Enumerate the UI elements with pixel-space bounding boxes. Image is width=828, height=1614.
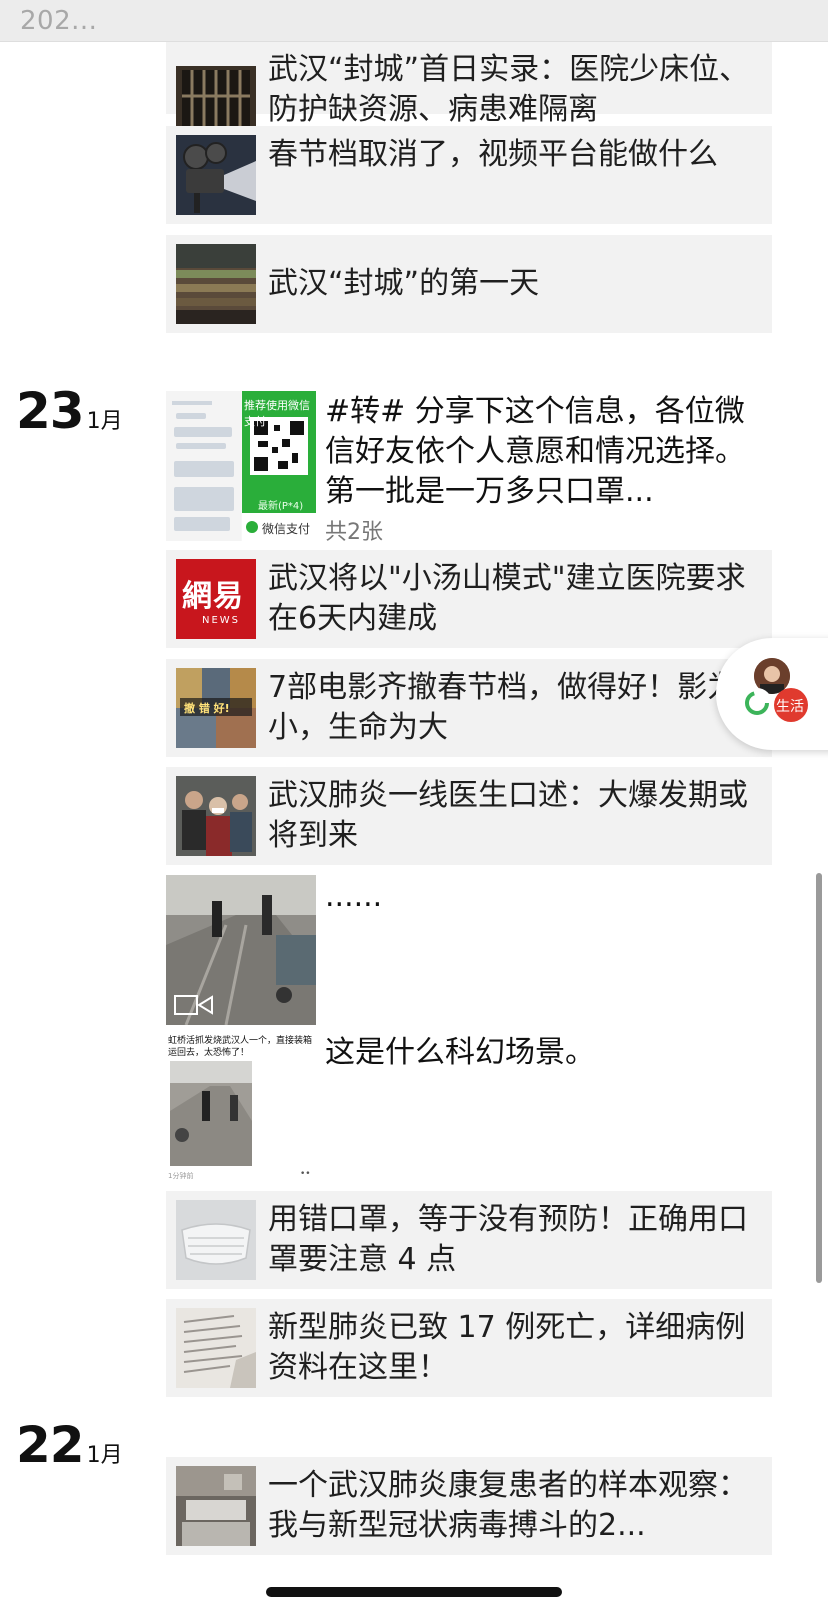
date-label: 22 1月 — [16, 1416, 123, 1474]
refresh-icon — [742, 688, 772, 718]
screenshot-post-thumb[interactable]: 虹桥活抓发烧武汉人一个，直接装箱运回去，太恐怖了！ 1分钟前 •• — [166, 1033, 316, 1183]
image-count[interactable]: 共2张 — [325, 514, 383, 546]
hospital-crowd-photo — [176, 776, 256, 856]
logo-sub: NEWS — [202, 615, 241, 626]
article-title: 用错口罩，等于没有预防！正确用口罩要注意 4 点 — [268, 1202, 748, 1277]
article-link-card[interactable]: 武汉“封城”的第一天 — [166, 235, 772, 333]
floating-widget[interactable]: 生活 — [716, 638, 828, 750]
moments-feed: 202... 武汉“封城”首日实录：医院少床位、防护缺资源、病患难隔离 春节档取… — [0, 0, 828, 1614]
screenshot-post-text: 这是什么科幻场景。 — [325, 1035, 595, 1070]
date-label: 23 1月 — [16, 382, 123, 440]
screenshot-footer-left: 1分钟前 — [168, 1172, 194, 1180]
mask-photo — [176, 1200, 256, 1280]
year-header: 202... — [0, 0, 828, 42]
scrollbar[interactable] — [816, 873, 822, 1283]
date-month: 1月 — [86, 409, 123, 434]
date-day: 23 — [16, 382, 85, 440]
netease-news-logo: 網易 NEWS — [176, 559, 256, 639]
film-projector-photo — [176, 135, 256, 215]
article-title: 武汉肺炎一线医生口述：大爆发期或将到来 — [268, 778, 748, 853]
article-link-card[interactable]: 用错口罩，等于没有预防！正确用口罩要注意 4 点 — [166, 1191, 772, 1289]
barred-window-photo — [176, 66, 256, 126]
article-title: 7部电影齐撤春节档，做得好！影为小，生命为大 — [268, 670, 738, 745]
wechat-pay-label: 微信支付 — [262, 522, 311, 536]
article-link-card[interactable]: 撤 错 好! 7部电影齐撤春节档，做得好！影为小，生命为大 — [166, 659, 772, 757]
post-text: #转# 分享下这个信息，各位微信好友依个人意愿和情况选择。第一批是一万多只口罩.… — [325, 394, 745, 509]
article-link-card[interactable]: 春节档取消了，视频平台能做什么 — [166, 126, 772, 224]
image-post-thumb[interactable]: 推荐使用微信支付 最新(P*4) 微信支付 — [166, 391, 316, 541]
poster-text: 撤 错 好! — [184, 702, 230, 715]
year-label: 202... — [20, 6, 98, 36]
qr-footer-text: 最新(P*4) — [258, 501, 304, 512]
article-link-card[interactable]: 一个武汉肺炎康复患者的样本观察：我与新型冠状病毒搏斗的2... — [166, 1457, 772, 1555]
qr-header-text: 推荐使用微信支付 — [244, 399, 310, 428]
article-title: 武汉“封城”的第一天 — [268, 266, 540, 301]
video-camera-icon — [174, 994, 214, 1016]
home-indicator[interactable] — [266, 1587, 562, 1597]
article-link-card[interactable]: 網易 NEWS 武汉将以"小汤山模式"建立医院要求在6天内建成 — [166, 550, 772, 648]
article-title: 武汉将以"小汤山模式"建立医院要求在6天内建成 — [268, 561, 746, 636]
video-post-text: ...... — [325, 879, 383, 914]
movie-poster-collage: 撤 错 好! — [176, 668, 256, 748]
screenshot-footer-right: •• — [300, 1169, 311, 1179]
screenshot-caption: 虹桥活抓发烧武汉人一个，直接装箱运回去，太恐怖了！ — [168, 1036, 313, 1058]
widget-label: 生活 — [776, 699, 804, 715]
hospital-ward-photo — [176, 1466, 256, 1546]
article-title: 一个武汉肺炎康复患者的样本观察：我与新型冠状病毒搏斗的2... — [268, 1468, 748, 1543]
article-link-card[interactable]: 武汉肺炎一线医生口述：大爆发期或将到来 — [166, 767, 772, 865]
article-title: 新型肺炎已致 17 例死亡，详细病例资料在这里！ — [268, 1310, 746, 1385]
screenshot-photo — [170, 1061, 252, 1166]
article-title: 武汉“封城”首日实录：医院少床位、防护缺资源、病患难隔离 — [268, 52, 750, 127]
video-post-thumb[interactable] — [166, 875, 316, 1025]
article-link-card[interactable]: 新型肺炎已致 17 例死亡，详细病例资料在这里！ — [166, 1299, 772, 1397]
market-shelves-photo — [176, 244, 256, 324]
logo-text: 網易 — [182, 579, 244, 614]
document-photo — [176, 1308, 256, 1388]
article-title: 春节档取消了，视频平台能做什么 — [268, 137, 718, 172]
date-month: 1月 — [86, 1443, 123, 1468]
date-day: 22 — [16, 1416, 85, 1474]
